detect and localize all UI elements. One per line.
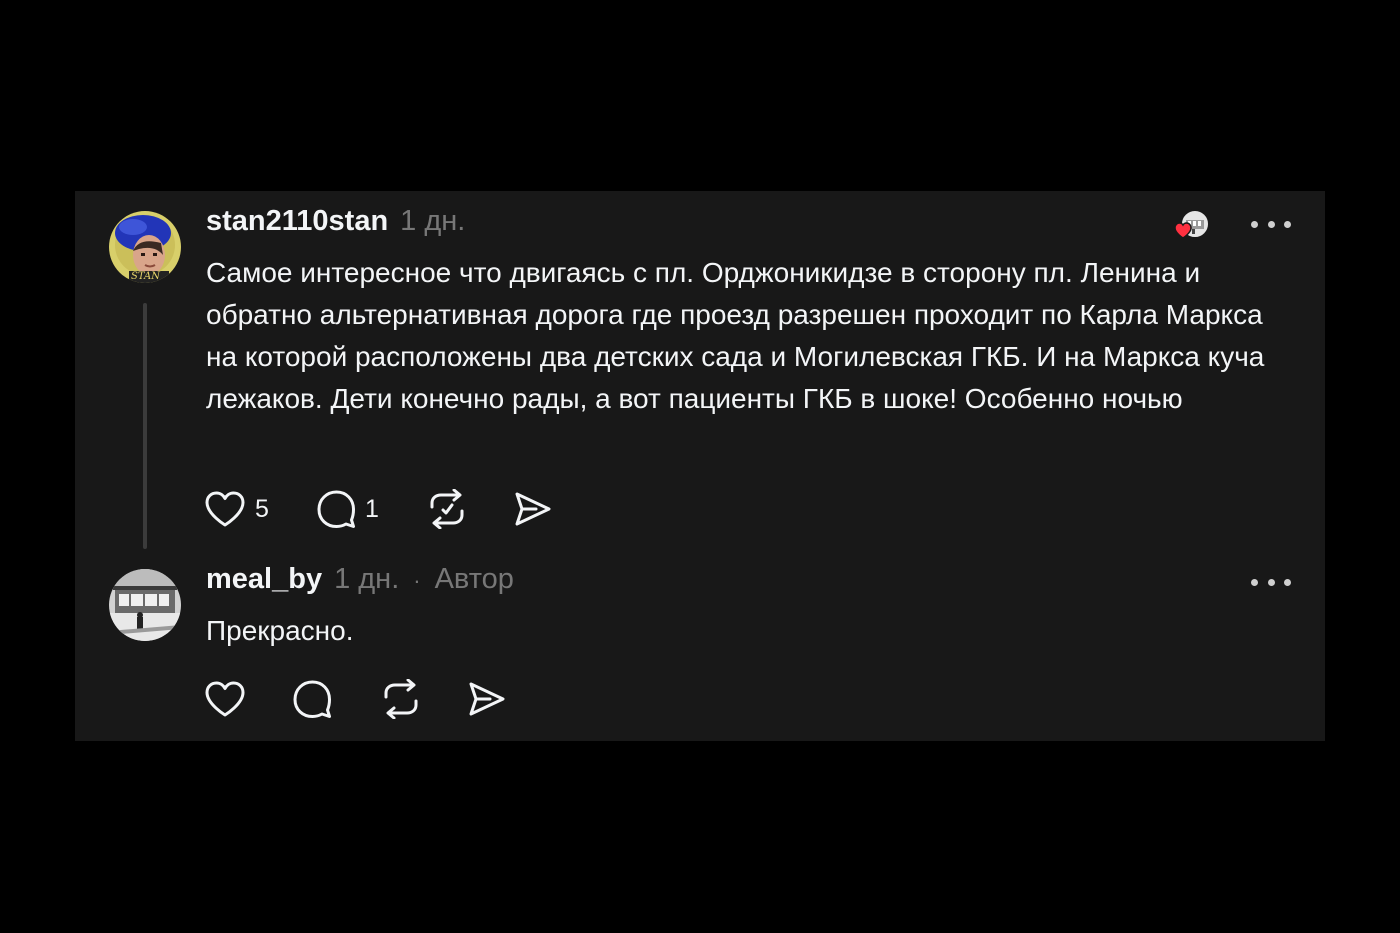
reply-count: 1 — [365, 494, 379, 523]
like-button[interactable]: 5 — [204, 490, 316, 528]
like-count: 5 — [255, 494, 269, 523]
thread-connector-line — [143, 303, 147, 549]
share-button[interactable] — [514, 491, 552, 527]
repost-button[interactable] — [380, 679, 468, 719]
username[interactable]: meal_by — [206, 563, 322, 596]
comment-header: meal_by 1 дн. · Автор — [206, 563, 514, 603]
reply-button[interactable] — [292, 679, 380, 719]
comments-panel: STAN stan2110stan 1 дн. Самое интересное… — [75, 191, 1325, 741]
author-label: Автор — [434, 563, 514, 595]
more-dot-icon — [1284, 578, 1291, 586]
comment-actions: 5 1 — [204, 488, 552, 530]
more-dot-icon — [1267, 220, 1275, 228]
avatar-meal_by[interactable] — [109, 569, 181, 641]
repost-icon — [430, 489, 464, 529]
timestamp[interactable]: 1 дн. — [334, 563, 399, 596]
more-dot-icon — [1251, 220, 1258, 228]
comment-text: Самое интересное что двигаясь с пл. Ордж… — [206, 257, 1265, 414]
send-icon — [515, 492, 551, 526]
repost-icon — [384, 679, 418, 719]
avatar-logo-text: STAN — [131, 271, 161, 282]
author-liked-badge — [1174, 208, 1210, 242]
comment-text: Прекрасно. — [206, 615, 354, 646]
heart-icon — [205, 681, 245, 717]
timestamp[interactable]: 1 дн. — [400, 205, 465, 238]
avatar-stan2110stan[interactable]: STAN — [109, 211, 181, 283]
reply-button[interactable]: 1 — [316, 489, 426, 529]
comment-actions — [204, 678, 506, 720]
repost-button[interactable] — [426, 489, 514, 529]
meta-separator: · — [413, 568, 421, 593]
more-dot-icon — [1284, 220, 1291, 228]
like-button[interactable] — [204, 680, 292, 718]
heart-icon — [205, 491, 245, 527]
send-icon — [469, 682, 505, 716]
share-button[interactable] — [468, 681, 506, 717]
more-options-button[interactable] — [1251, 568, 1291, 596]
comment-header: stan2110stan 1 дн. — [206, 205, 465, 245]
speech-bubble-icon — [317, 490, 355, 528]
more-options-button[interactable] — [1251, 210, 1291, 238]
more-dot-icon — [1251, 578, 1258, 586]
more-dot-icon — [1267, 578, 1275, 586]
username[interactable]: stan2110stan — [206, 205, 388, 238]
speech-bubble-icon — [293, 680, 331, 718]
